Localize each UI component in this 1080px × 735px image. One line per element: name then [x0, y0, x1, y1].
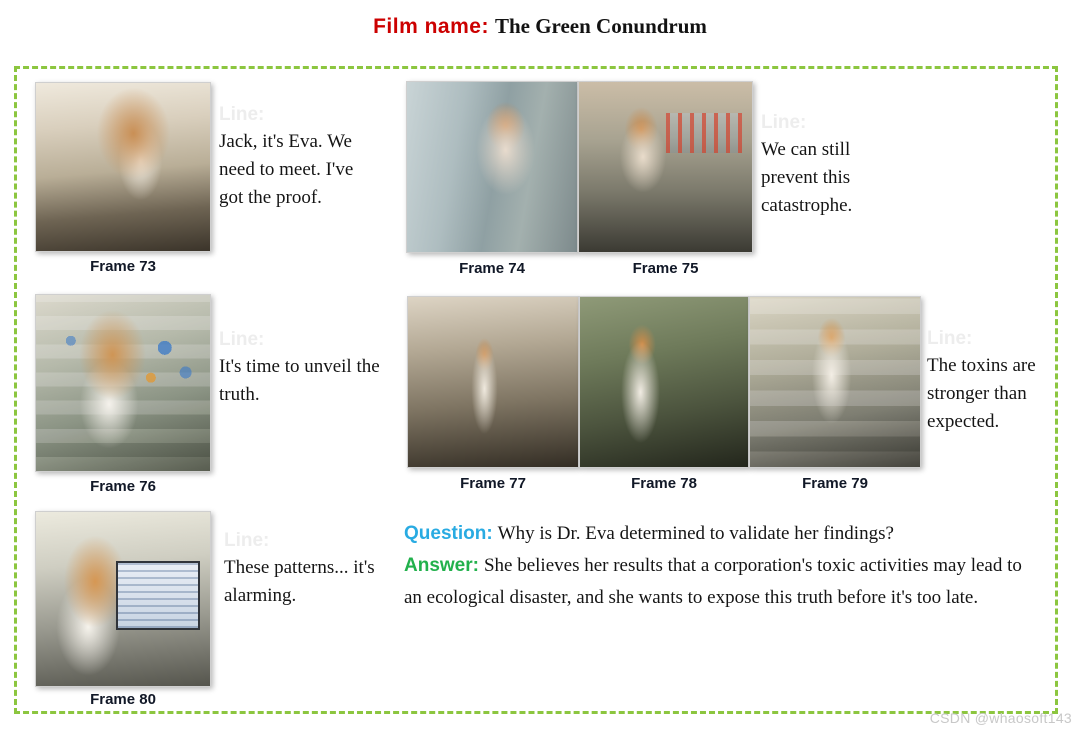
frame-image-77[interactable]: [407, 296, 579, 468]
frame-caption-78: Frame 78: [631, 475, 697, 492]
film-name-value: The Green Conundrum: [494, 14, 707, 38]
line-label-80: Line:: [224, 530, 270, 551]
frame-image-76[interactable]: [35, 294, 211, 472]
frame-caption-79: Frame 79: [802, 475, 868, 492]
page-title: Film name: The Green Conundrum: [0, 14, 1080, 39]
frame-79-artwork: [750, 297, 920, 467]
question-label: Question:: [404, 523, 493, 544]
line-text-73: Jack, it's Eva. We need to meet. I've go…: [219, 130, 354, 208]
frame-image-75[interactable]: [578, 81, 753, 253]
frame-caption-74: Frame 74: [459, 260, 525, 277]
line-label-79: Line:: [927, 328, 973, 349]
line-block-79: Line: The toxins are stronger than expec…: [927, 327, 1079, 436]
film-name-label: Film name:: [373, 15, 489, 38]
frame-image-73[interactable]: [35, 82, 211, 252]
frame-image-78[interactable]: [579, 296, 749, 468]
frame-image-80[interactable]: [35, 511, 211, 687]
frame-caption-75: Frame 75: [632, 260, 699, 277]
answer-label: Answer:: [404, 554, 479, 576]
frame-caption-77: Frame 77: [460, 475, 526, 492]
line-label-75: Line:: [761, 112, 807, 133]
frame-80-artwork: [36, 512, 210, 686]
line-text-75: We can still prevent this catastrophe.: [761, 138, 853, 216]
line-block-73: Line: Jack, it's Eva. We need to meet. I…: [219, 103, 369, 212]
line-label-73: Line:: [219, 104, 265, 125]
line-block-75: Line: We can still prevent this catastro…: [761, 111, 901, 220]
frame-caption-80: Frame 80: [90, 691, 156, 708]
frame-77-artwork: [408, 297, 578, 467]
frame-73-artwork: [36, 83, 210, 251]
frame-76-artwork: [36, 295, 210, 471]
question-text: Why is Dr. Eva determined to validate he…: [497, 523, 894, 544]
line-text-80: These patterns... it's alarming.: [224, 556, 375, 606]
line-text-79: The toxins are stronger than expected.: [927, 354, 1036, 432]
answer-text: She believes her results that a corporat…: [404, 554, 1022, 608]
qa-block: Question: Why is Dr. Eva determined to va…: [404, 518, 1036, 614]
question-row: Question: Why is Dr. Eva determined to va…: [404, 518, 1036, 550]
line-block-80: Line: These patterns... it's alarming.: [224, 529, 380, 610]
line-text-76: It's time to unveil the truth.: [219, 355, 380, 405]
watermark: CSDN @whaosoft143: [929, 710, 1072, 726]
frame-caption-76: Frame 76: [90, 478, 156, 495]
line-label-76: Line:: [219, 329, 265, 350]
line-block-76: Line: It's time to unveil the truth.: [219, 328, 384, 409]
frame-75-artwork: [579, 82, 752, 252]
frame-caption-73: Frame 73: [90, 258, 156, 275]
frame-74-artwork: [407, 82, 577, 252]
answer-row: Answer: She believes her results that a c…: [404, 550, 1036, 614]
frame-image-74[interactable]: [406, 81, 578, 253]
frame-image-79[interactable]: [749, 296, 921, 468]
frame-78-artwork: [580, 297, 748, 467]
